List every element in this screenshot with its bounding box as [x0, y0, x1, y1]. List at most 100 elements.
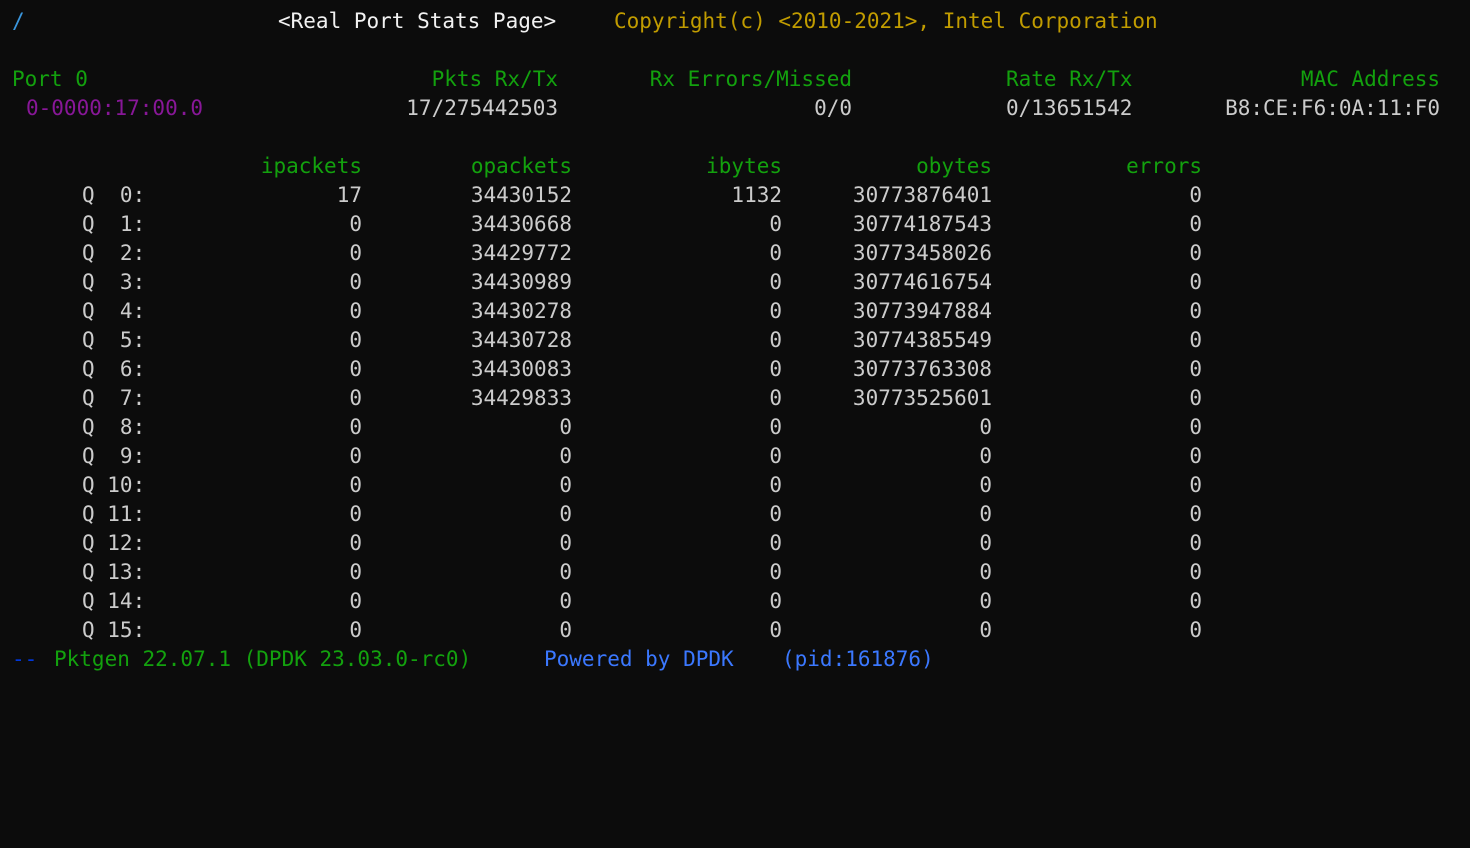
queue-id: Q 2:: [82, 241, 146, 265]
ipackets-value: 0: [349, 241, 362, 265]
table-row: Q 9: 0 0 0 0 0: [0, 442, 1202, 471]
opackets-value: 34430728: [470, 328, 572, 352]
col-obytes: obytes: [916, 154, 992, 178]
obytes-value: 0: [979, 444, 992, 468]
pkts-rx-tx-value: 17/275442503: [406, 96, 558, 120]
port-header-row: Port 0 Pkts Rx/Tx Rx Errors/Missed Rate …: [0, 65, 1440, 94]
ibytes-value: 0: [769, 531, 782, 555]
opackets-value: 34430989: [470, 270, 572, 294]
table-row: Q 3: 0 34430989 0 30774616754 0: [0, 268, 1202, 297]
queue-id: Q 7:: [82, 386, 146, 410]
queue-id: Q 15:: [82, 618, 146, 642]
col-ibytes: ibytes: [706, 154, 782, 178]
table-row: Q 13: 0 0 0 0 0: [0, 558, 1202, 587]
errors-value: 0: [1189, 589, 1202, 613]
port-values-row: 0-0000:17:00.0 17/275442503 0/0 0/136515…: [0, 94, 1440, 123]
title-line: / <Real Port Stats Page> Copyright(c) <2…: [0, 7, 1158, 36]
opackets-value: 34429833: [470, 386, 572, 410]
ibytes-value: 0: [769, 241, 782, 265]
errors-value: 0: [1189, 560, 1202, 584]
ipackets-value: 0: [349, 502, 362, 526]
ipackets-value: 0: [349, 560, 362, 584]
obytes-value: 30774616754: [852, 270, 992, 294]
obytes-value: 0: [979, 589, 992, 613]
queue-id: Q 11:: [82, 502, 146, 526]
obytes-value: 0: [979, 502, 992, 526]
col-opackets: opackets: [470, 154, 572, 178]
errors-value: 0: [1189, 502, 1202, 526]
ipackets-value: 17: [336, 183, 362, 207]
table-row: Q 4: 0 34430278 0 30773947884 0: [0, 297, 1202, 326]
obytes-value: 0: [979, 415, 992, 439]
errors-value: 0: [1189, 299, 1202, 323]
queue-id: Q 9:: [82, 444, 146, 468]
table-row: Q 8: 0 0 0 0 0: [0, 413, 1202, 442]
errors-value: 0: [1189, 270, 1202, 294]
table-row: Q 0: 17 34430152 1132 30773876401 0: [0, 181, 1202, 210]
ibytes-value: 0: [769, 386, 782, 410]
copyright-text: Copyright(c) <2010-2021>, Intel Corporat…: [614, 9, 1158, 33]
table-row: Q 15: 0 0 0 0 0: [0, 616, 1202, 645]
queue-id: Q 4:: [82, 299, 146, 323]
queue-id: Q 14:: [82, 589, 146, 613]
pid-text: (pid:161876): [782, 647, 934, 671]
footer-line: -- Pktgen 22.07.1 (DPDK 23.03.0-rc0) Pow…: [0, 645, 934, 674]
obytes-value: 30773525601: [852, 386, 992, 410]
ibytes-value: 1132: [731, 183, 782, 207]
queue-id: Q 5:: [82, 328, 146, 352]
ibytes-value: 0: [769, 328, 782, 352]
errors-value: 0: [1189, 415, 1202, 439]
prompt-slash: /: [12, 9, 25, 33]
obytes-value: 30773763308: [852, 357, 992, 381]
queue-id: Q 8:: [82, 415, 146, 439]
mac-address-value: B8:CE:F6:0A:11:F0: [1225, 96, 1440, 120]
terminal-window[interactable]: { "title_line": { "prompt": "/", "page_t…: [0, 0, 1470, 694]
rx-errors-missed-value: 0/0: [814, 96, 852, 120]
obytes-value: 30774385549: [852, 328, 992, 352]
opackets-value: 0: [559, 502, 572, 526]
table-row: Q 6: 0 34430083 0 30773763308 0: [0, 355, 1202, 384]
opackets-value: 34430278: [470, 299, 572, 323]
ipackets-value: 0: [349, 270, 362, 294]
table-row: Q 1: 0 34430668 0 30774187543 0: [0, 210, 1202, 239]
ibytes-value: 0: [769, 270, 782, 294]
errors-value: 0: [1189, 183, 1202, 207]
ipackets-value: 0: [349, 444, 362, 468]
errors-value: 0: [1189, 328, 1202, 352]
obytes-value: 30773876401: [852, 183, 992, 207]
col-ipackets: ipackets: [260, 154, 362, 178]
opackets-value: 0: [559, 589, 572, 613]
footer-dashes: --: [12, 647, 38, 671]
ibytes-value: 0: [769, 357, 782, 381]
ibytes-value: 0: [769, 473, 782, 497]
ibytes-value: 0: [769, 299, 782, 323]
page-title: <Real Port Stats Page>: [278, 9, 557, 33]
opackets-value: 0: [559, 444, 572, 468]
col-errors: errors: [1126, 154, 1202, 178]
rate-rx-tx-header: Rate Rx/Tx: [1006, 67, 1133, 91]
ibytes-value: 0: [769, 212, 782, 236]
opackets-value: 0: [559, 473, 572, 497]
queue-table-header: ipackets opackets ibytes obytes errors: [0, 152, 1202, 181]
errors-value: 0: [1189, 357, 1202, 381]
ipackets-value: 0: [349, 299, 362, 323]
errors-value: 0: [1189, 386, 1202, 410]
obytes-value: 30773458026: [852, 241, 992, 265]
queue-id: Q 0:: [82, 183, 146, 207]
ibytes-value: 0: [769, 502, 782, 526]
pci-id: 0-0000:17:00.0: [26, 96, 204, 120]
opackets-value: 0: [559, 560, 572, 584]
queue-id: Q 10:: [82, 473, 146, 497]
errors-value: 0: [1189, 444, 1202, 468]
obytes-value: 0: [979, 618, 992, 642]
table-row: Q 14: 0 0 0 0 0: [0, 587, 1202, 616]
table-row: Q 7: 0 34429833 0 30773525601 0: [0, 384, 1202, 413]
ipackets-value: 0: [349, 415, 362, 439]
obytes-value: 30773947884: [852, 299, 992, 323]
opackets-value: 34430668: [470, 212, 572, 236]
table-row: Q 2: 0 34429772 0 30773458026 0: [0, 239, 1202, 268]
errors-value: 0: [1189, 473, 1202, 497]
errors-value: 0: [1189, 241, 1202, 265]
queue-id: Q 1:: [82, 212, 146, 236]
table-row: Q 5: 0 34430728 0 30774385549 0: [0, 326, 1202, 355]
